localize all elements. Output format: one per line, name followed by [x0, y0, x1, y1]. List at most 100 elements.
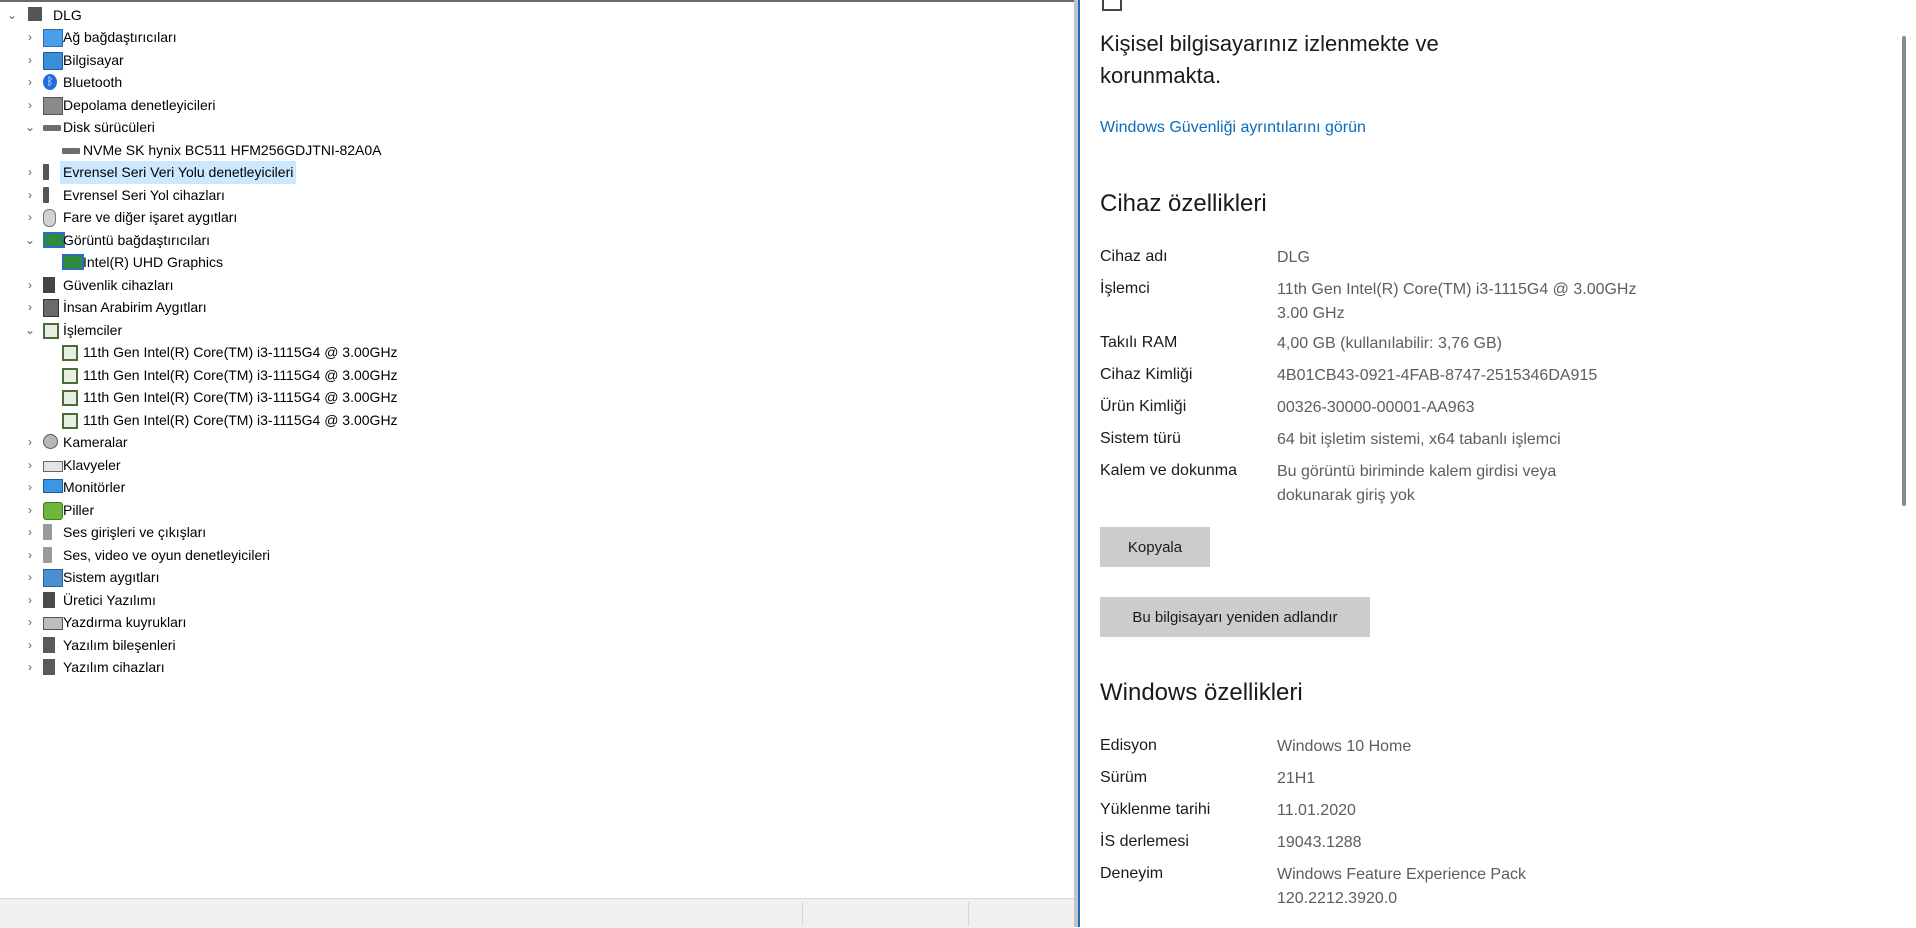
chevron-right-icon[interactable]: › [24, 206, 36, 228]
tree-category[interactable]: › Ses, video ve oyun denetleyicileri [0, 544, 1074, 567]
software-component-icon [43, 636, 55, 653]
chevron-right-icon[interactable]: › [24, 656, 36, 678]
chevron-down-icon[interactable]: ⌄ [6, 4, 18, 26]
security-details-link[interactable]: Windows Güvenliği ayrıntılarını görün [1100, 119, 1366, 137]
chevron-right-icon[interactable]: › [24, 71, 36, 93]
tree-category[interactable]: › Depolama denetleyicileri [0, 94, 1074, 117]
tree-category[interactable]: › Yazılım bileşenleri [0, 634, 1074, 657]
spec-value: Windows Feature Experience Pack 120.2212.… [1277, 863, 1697, 911]
spec-value-line: 64 bit işletim sistemi, x64 tabanlı işle… [1277, 431, 1561, 448]
tree-category[interactable]: › Evrensel Seri Yol cihazları [0, 184, 1074, 207]
chevron-right-icon[interactable]: › [24, 94, 36, 116]
tree-device[interactable]: 11th Gen Intel(R) Core(TM) i3-1115G4 @ 3… [0, 364, 1074, 387]
bluetooth-icon: ᛒ [43, 74, 57, 90]
chevron-down-icon[interactable]: ⌄ [24, 229, 36, 251]
tree-device[interactable]: 11th Gen Intel(R) Core(TM) i3-1115G4 @ 3… [0, 409, 1074, 432]
disk-drive-icon [43, 125, 61, 131]
audio-io-icon [43, 524, 52, 540]
tree-category[interactable]: › Sistem aygıtları [0, 566, 1074, 589]
chevron-right-icon[interactable]: › [24, 296, 36, 318]
chevron-right-icon[interactable]: › [24, 589, 36, 611]
computer-root-icon [28, 7, 42, 21]
tree-device[interactable]: NVMe SK hynix BC511 HFM256GDJTNI-82A0A [0, 139, 1074, 162]
tree-item-label: 11th Gen Intel(R) Core(TM) i3-1115G4 @ 3… [83, 411, 398, 428]
tree-category[interactable]: › Evrensel Seri Veri Yolu denetleyicileri [0, 161, 1074, 184]
scrollbar[interactable] [1902, 36, 1906, 506]
tree-device[interactable]: 11th Gen Intel(R) Core(TM) i3-1115G4 @ 3… [0, 341, 1074, 364]
chevron-right-icon[interactable]: › [24, 544, 36, 566]
tree-item-label: Kameralar [63, 434, 128, 450]
software-device-icon [43, 659, 55, 675]
tree-device[interactable]: 11th Gen Intel(R) Core(TM) i3-1115G4 @ 3… [0, 386, 1074, 409]
tree-item-label: Ağ bağdaştırıcıları [63, 29, 177, 45]
chevron-right-icon[interactable]: › [24, 431, 36, 453]
tree-category[interactable]: › Monitörler [0, 476, 1074, 499]
chevron-right-icon[interactable]: › [24, 634, 36, 656]
computer-icon [43, 51, 63, 70]
rename-pc-button[interactable]: Bu bilgisayarı yeniden adlandır [1100, 597, 1370, 637]
processor-icon [62, 390, 78, 406]
tree-category[interactable]: › Güvenlik cihazları [0, 274, 1074, 297]
device-tree: ⌄ DLG › Ağ bağdaştırıcıları › Bilgisayar › ᛒ B… [0, 4, 1074, 679]
tree-category[interactable]: › Klavyeler [0, 454, 1074, 477]
about-pane: Kişisel bilgisayarınız izlenmekte ve kor… [1080, 0, 1916, 927]
chevron-right-icon[interactable]: › [24, 521, 36, 543]
tree-item-label: Yazdırma kuyrukları [63, 614, 187, 630]
tree-category[interactable]: › Üretici Yazılımı [0, 589, 1074, 612]
chevron-right-icon[interactable]: › [24, 499, 36, 521]
usb-icon [43, 186, 49, 203]
tree-category[interactable]: › Bilgisayar [0, 49, 1074, 72]
tree-category[interactable]: › ᛒ Bluetooth [0, 71, 1074, 94]
spec-label: Cihaz adı [1100, 248, 1168, 265]
hid-icon [43, 299, 59, 317]
disk-drive-icon [62, 147, 80, 154]
cut-off-header [1102, 0, 1132, 15]
shield-icon [1102, 0, 1122, 12]
security-device-icon [43, 276, 55, 293]
chevron-right-icon[interactable]: › [24, 611, 36, 633]
spec-value-line: 00326-30000-00001-AA963 [1277, 399, 1475, 416]
tree-category[interactable]: › Yazdırma kuyrukları [0, 611, 1074, 634]
tree-device[interactable]: Intel(R) UHD Graphics [0, 251, 1074, 274]
tree-category[interactable]: › Yazılım cihazları [0, 656, 1074, 679]
chevron-right-icon[interactable]: › [24, 26, 36, 48]
chevron-right-icon[interactable]: › [24, 476, 36, 498]
tree-category[interactable]: ⌄ İşlemciler [0, 319, 1074, 342]
tree-category[interactable]: › Kameralar [0, 431, 1074, 454]
tree-item-label: Bluetooth [63, 74, 123, 90]
processor-icon [62, 345, 78, 361]
tree-category[interactable]: ⌄ Görüntü bağdaştırıcıları [0, 229, 1074, 252]
copy-button[interactable]: Kopyala [1100, 527, 1210, 567]
chevron-right-icon[interactable]: › [24, 161, 36, 183]
tree-category[interactable]: › Fare ve diğer işaret aygıtları [0, 206, 1074, 229]
display-adapter-icon [62, 254, 84, 270]
spec-value-line: 19043.1288 [1277, 834, 1362, 851]
chevron-right-icon[interactable]: › [24, 49, 36, 71]
chevron-down-icon[interactable]: ⌄ [24, 319, 36, 341]
spec-value-line: 21H1 [1277, 770, 1316, 787]
spec-label: Yüklenme tarihi [1100, 801, 1211, 818]
spec-value-line: DLG [1277, 249, 1310, 266]
spec-value: 11.01.2020 [1277, 799, 1697, 823]
chevron-right-icon[interactable]: › [24, 454, 36, 476]
spec-value-line: 11th Gen Intel(R) Core(TM) i3-1115G4 @ 3… [1277, 281, 1637, 298]
spec-value: 00326-30000-00001-AA963 [1277, 396, 1697, 420]
printer-icon [43, 617, 63, 630]
tree-category[interactable]: › Piller [0, 499, 1074, 522]
tree-root[interactable]: ⌄ DLG [0, 4, 1074, 26]
spec-value-line: Bu görüntü biriminde kalem girdisi veya [1277, 463, 1557, 480]
tree-category[interactable]: ⌄ Disk sürücüleri [0, 116, 1074, 139]
tree-category[interactable]: › Ses girişleri ve çıkışları [0, 521, 1074, 544]
chevron-right-icon[interactable]: › [24, 274, 36, 296]
network-adapter-icon [43, 29, 63, 47]
spec-value: DLG [1277, 246, 1697, 270]
spec-value-line: 3.00 GHz [1277, 305, 1345, 322]
tree-category[interactable]: › İnsan Arabirim Aygıtları [0, 296, 1074, 319]
tree-item-label: Piller [63, 501, 95, 518]
chevron-right-icon[interactable]: › [24, 184, 36, 206]
tree-category[interactable]: › Ağ bağdaştırıcıları [0, 26, 1074, 49]
status-bar [0, 898, 1074, 928]
spec-label: Sürüm [1100, 769, 1148, 786]
chevron-right-icon[interactable]: › [24, 566, 36, 588]
chevron-down-icon[interactable]: ⌄ [24, 116, 36, 138]
